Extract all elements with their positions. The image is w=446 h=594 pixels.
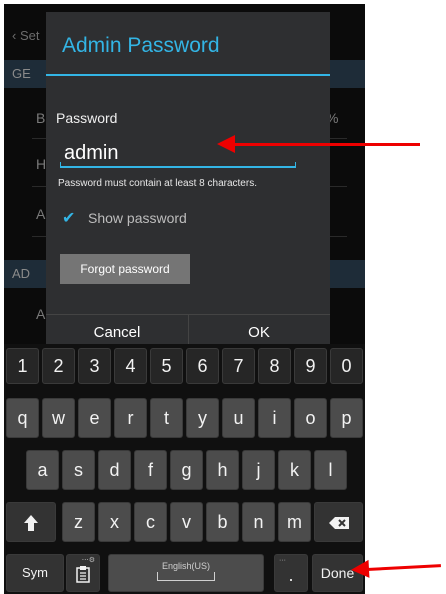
key-q[interactable]: q: [6, 398, 39, 438]
show-password-label: Show password: [88, 210, 187, 226]
checkbox-checked-icon: ✔: [62, 210, 76, 227]
key-0[interactable]: 0: [330, 348, 363, 384]
key-8[interactable]: 8: [258, 348, 291, 384]
key-r[interactable]: r: [114, 398, 147, 438]
space-bar-icon: [157, 572, 215, 581]
shift-key[interactable]: [6, 502, 56, 542]
key-b[interactable]: b: [206, 502, 239, 542]
sym-key[interactable]: Sym: [6, 554, 64, 592]
key-7[interactable]: 7: [222, 348, 255, 384]
password-label: Password: [56, 110, 118, 126]
admin-password-dialog: Admin Password Password Password must co…: [46, 12, 330, 354]
key-e[interactable]: e: [78, 398, 111, 438]
cancel-button[interactable]: Cancel: [46, 324, 188, 341]
period-key-sub: ···: [279, 557, 286, 564]
key-m[interactable]: m: [278, 502, 311, 542]
key-z[interactable]: z: [62, 502, 95, 542]
key-f[interactable]: f: [134, 450, 167, 490]
key-u[interactable]: u: [222, 398, 255, 438]
ok-button[interactable]: OK: [188, 324, 330, 341]
key-p[interactable]: p: [330, 398, 363, 438]
key-v[interactable]: v: [170, 502, 203, 542]
key-i[interactable]: i: [258, 398, 291, 438]
key-w[interactable]: w: [42, 398, 75, 438]
show-password-checkbox[interactable]: ✔ Show password: [62, 208, 187, 228]
password-hint: Password must contain at least 8 charact…: [58, 178, 257, 189]
key-g[interactable]: g: [170, 450, 203, 490]
key-o[interactable]: o: [294, 398, 327, 438]
key-c[interactable]: c: [134, 502, 167, 542]
title-divider: [46, 74, 330, 76]
space-key[interactable]: English(US): [108, 554, 264, 592]
annotation-arrow-password: [217, 135, 420, 153]
key-1[interactable]: 1: [6, 348, 39, 384]
key-x[interactable]: x: [98, 502, 131, 542]
key-l[interactable]: l: [314, 450, 347, 490]
key-9[interactable]: 9: [294, 348, 327, 384]
key-k[interactable]: k: [278, 450, 311, 490]
backspace-key[interactable]: [314, 502, 363, 542]
key-3[interactable]: 3: [78, 348, 111, 384]
settings-dots: ⋯⚙: [81, 557, 95, 564]
key-h[interactable]: h: [206, 450, 239, 490]
period-key-label: .: [288, 565, 294, 585]
shift-icon: [24, 515, 38, 532]
dialog-title: Admin Password: [62, 34, 220, 57]
key-d[interactable]: d: [98, 450, 131, 490]
backspace-icon: [328, 517, 349, 530]
key-t[interactable]: t: [150, 398, 183, 438]
password-input-underline: [60, 162, 296, 168]
key-j[interactable]: j: [242, 450, 275, 490]
clipboard-icon: [76, 566, 90, 583]
phone-screen: ‹ Set GE B % H A AD A Admin Password Pas…: [4, 4, 365, 594]
key-4[interactable]: 4: [114, 348, 147, 384]
soft-keyboard: 1 2 3 4 5 6 7 8 9 0 q w e r t y u i o p …: [4, 344, 365, 594]
forgot-password-button[interactable]: Forgot password: [60, 254, 190, 284]
clipboard-key[interactable]: ⋯⚙: [66, 554, 100, 592]
annotation-arrow-done: [366, 564, 441, 571]
period-key[interactable]: ··· .: [274, 554, 308, 592]
key-n[interactable]: n: [242, 502, 275, 542]
key-a[interactable]: a: [26, 450, 59, 490]
space-language-label: English(US): [161, 561, 210, 571]
key-2[interactable]: 2: [42, 348, 75, 384]
key-5[interactable]: 5: [150, 348, 183, 384]
key-s[interactable]: s: [62, 450, 95, 490]
key-y[interactable]: y: [186, 398, 219, 438]
key-6[interactable]: 6: [186, 348, 219, 384]
